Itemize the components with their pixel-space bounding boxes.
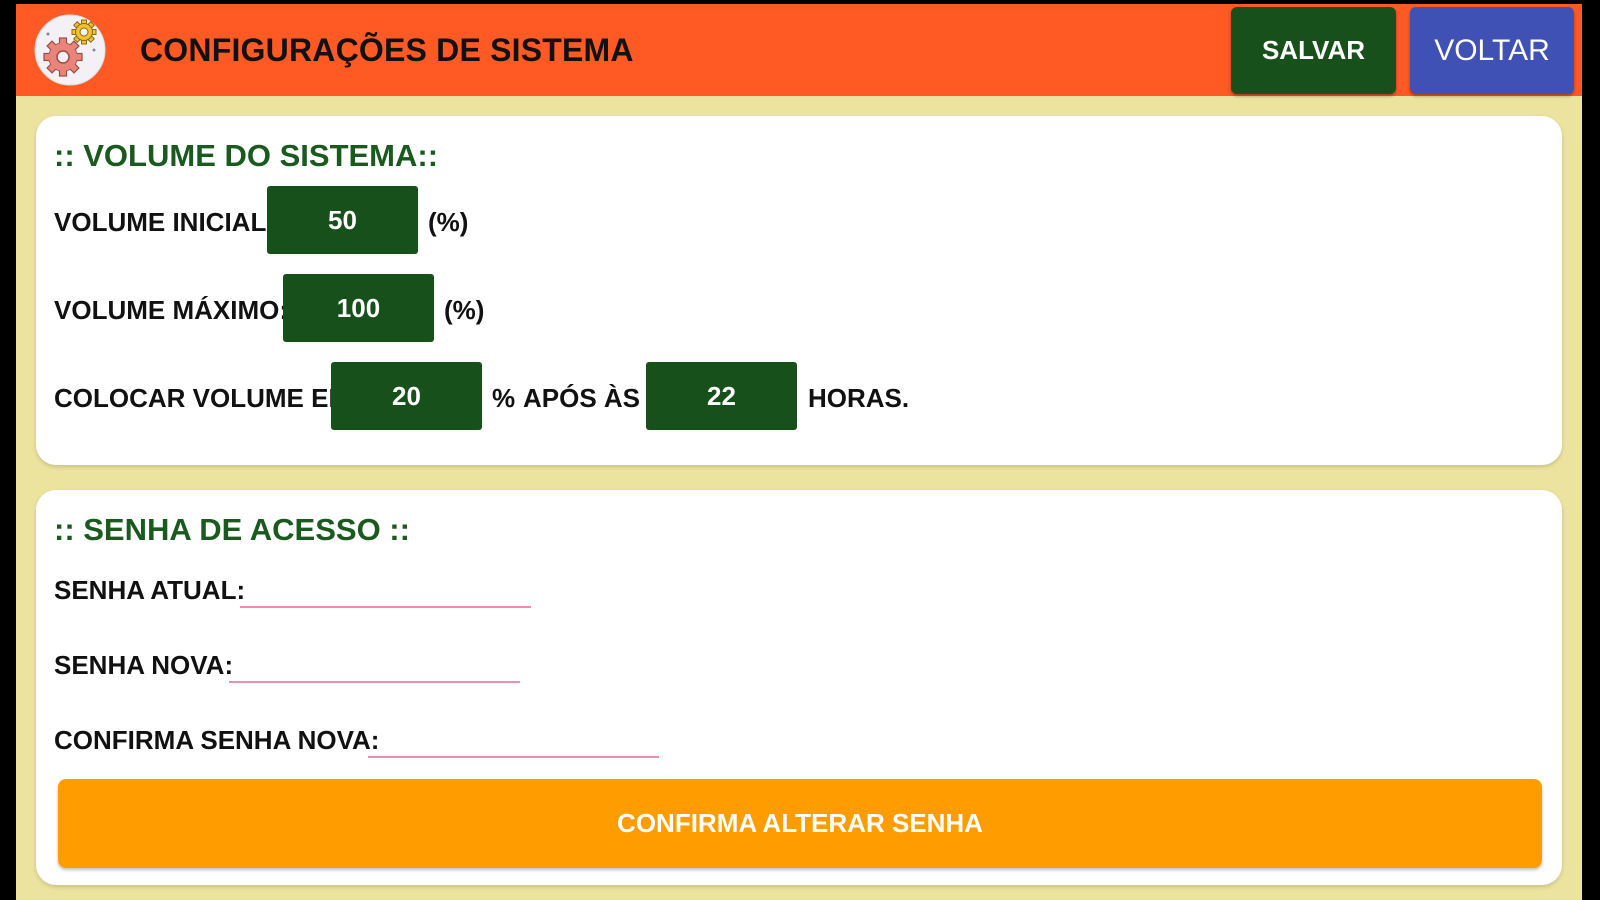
save-button[interactable]: SALVAR bbox=[1231, 7, 1396, 94]
new-password-field[interactable] bbox=[229, 645, 520, 683]
schedule-volume-input[interactable]: 20 bbox=[331, 362, 482, 430]
confirm-change-password-button[interactable]: CONFIRMA ALTERAR SENHA bbox=[58, 779, 1542, 868]
current-password-label: SENHA ATUAL: bbox=[54, 575, 246, 605]
schedule-after-label: APÓS ÀS bbox=[523, 383, 641, 413]
schedule-hours-label: HORAS. bbox=[808, 383, 910, 413]
page-title: CONFIGURAÇÕES DE SISTEMA bbox=[140, 32, 634, 68]
new-password-label: SENHA NOVA: bbox=[54, 650, 234, 680]
schedule-percent-sign: % bbox=[492, 383, 516, 413]
initial-volume-input[interactable]: 50 bbox=[267, 186, 418, 254]
max-volume-label: VOLUME MÁXIMO: bbox=[54, 295, 288, 325]
back-button[interactable]: VOLTAR bbox=[1410, 7, 1574, 94]
initial-volume-unit: (%) bbox=[428, 207, 469, 237]
settings-screen: CONFIGURAÇÕES DE SISTEMA SALVAR VOLTAR :… bbox=[16, 4, 1582, 900]
settings-gears-icon bbox=[34, 14, 106, 86]
max-volume-unit: (%) bbox=[444, 295, 485, 325]
volume-settings-card: :: VOLUME DO SISTEMA:: VOLUME INICIAL: 5… bbox=[36, 116, 1562, 465]
schedule-volume-label: COLOCAR VOLUME EM bbox=[54, 383, 351, 413]
max-volume-input[interactable]: 100 bbox=[283, 274, 434, 342]
initial-volume-label: VOLUME INICIAL: bbox=[54, 207, 275, 237]
current-password-field[interactable] bbox=[240, 570, 531, 608]
schedule-hour-input[interactable]: 22 bbox=[646, 362, 797, 430]
top-bar: CONFIGURAÇÕES DE SISTEMA SALVAR VOLTAR bbox=[16, 4, 1582, 96]
confirm-password-label: CONFIRMA SENHA NOVA: bbox=[54, 725, 380, 755]
password-section-title: :: SENHA DE ACESSO :: bbox=[54, 512, 410, 547]
password-settings-card: :: SENHA DE ACESSO :: SENHA ATUAL: SENHA… bbox=[36, 490, 1562, 885]
volume-section-title: :: VOLUME DO SISTEMA:: bbox=[54, 138, 439, 173]
confirm-password-field[interactable] bbox=[368, 720, 659, 758]
